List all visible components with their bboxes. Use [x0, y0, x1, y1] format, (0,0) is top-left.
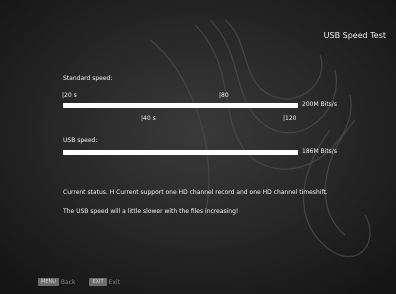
standard-tick-120: |120 [283, 115, 297, 122]
standard-tick-40s: |40 s [141, 115, 156, 122]
usb-speed-test-screen: USB Speed Test Standard speed: |20 s |80… [0, 0, 396, 294]
standard-tick-20s: |20 s [62, 92, 77, 99]
background-swirl [0, 0, 396, 294]
standard-speed-value: 200M Bits/s [302, 101, 337, 108]
usb-speed-bar-fill [63, 150, 298, 155]
standard-speed-bar-fill [63, 103, 298, 108]
standard-tick-80: |80 [219, 92, 229, 99]
standard-speed-label: Standard speed: [63, 75, 113, 82]
page-title: USB Speed Test [323, 31, 386, 40]
standard-speed-bar [63, 103, 298, 108]
usb-speed-bar [63, 150, 298, 155]
status-line-2: The USB speed will a little slower with … [63, 208, 239, 215]
usb-speed-label: USB speed: [63, 137, 98, 144]
menu-key-icon[interactable]: MENU [38, 278, 59, 286]
usb-speed-value: 186M Bits/s [302, 148, 337, 155]
menu-back-label: Back [60, 278, 76, 286]
exit-label: Exit [108, 278, 120, 286]
footer-keys: MENU Back EXIT Exit [38, 278, 134, 286]
exit-key-icon[interactable]: EXIT [89, 278, 107, 286]
status-line-1: Current status. H Current support one HD… [63, 189, 328, 196]
